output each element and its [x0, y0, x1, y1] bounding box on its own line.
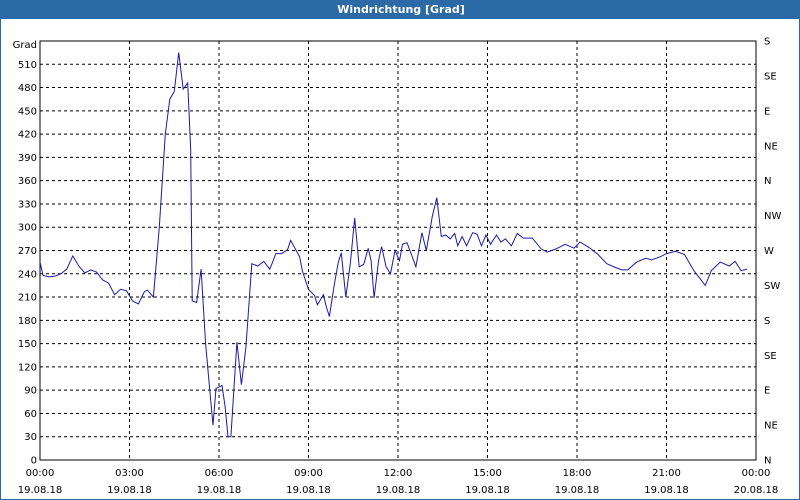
y-tick-label: 450 [18, 106, 37, 117]
x-tick-date: 19.08.18 [376, 485, 421, 496]
y-tick-label: 330 [18, 199, 37, 210]
y-tick-label: 480 [18, 83, 37, 94]
y-tick-label: 60 [24, 409, 37, 420]
y-tick-label: 150 [18, 339, 37, 350]
right-tick-label: SE [764, 351, 777, 362]
right-tick-label: N [764, 176, 771, 187]
x-tick-date: 20.08.18 [734, 485, 779, 496]
x-tick-time: 21:00 [652, 468, 681, 479]
right-tick-label: NE [764, 421, 778, 432]
y-tick-label: 270 [18, 246, 37, 257]
x-tick-date: 19.08.18 [555, 485, 600, 496]
y-tick-label: 360 [18, 176, 37, 187]
x-tick-time: 12:00 [384, 468, 413, 479]
right-tick-label: SW [764, 281, 780, 292]
x-tick-time: 00:00 [742, 468, 771, 479]
y-tick-label: 510 [18, 60, 37, 71]
chart-canvas: 0 30 60 90 120 150 180 210 240 270 300 330 360 390 420… [13, 37, 782, 497]
x-tick-date: 19.08.18 [18, 485, 63, 496]
y-tick-label: 120 [18, 362, 37, 373]
y-tick-label: 0 [31, 456, 37, 467]
right-tick-label: E [764, 386, 770, 397]
right-tick-label: E [764, 106, 770, 117]
right-tick-label: NW [764, 211, 781, 222]
y-tick-label: 210 [18, 293, 37, 304]
grid-lines [40, 41, 756, 460]
right-tick-label: S [764, 316, 770, 327]
x-tick-time: 09:00 [294, 468, 323, 479]
x-tick-date: 19.08.18 [197, 485, 242, 496]
x-tick-date: 19.08.18 [107, 485, 152, 496]
x-tick-time: 15:00 [473, 468, 502, 479]
y-tick-label: 30 [24, 432, 37, 443]
x-tick-time: 18:00 [563, 468, 592, 479]
right-tick-label: W [764, 246, 774, 257]
right-tick-label: S [764, 37, 770, 48]
x-tick-time: 06:00 [205, 468, 234, 479]
y-tick-label: 300 [18, 223, 37, 234]
x-tick-date: 19.08.18 [644, 485, 689, 496]
x-tick-date: 19.08.18 [465, 485, 510, 496]
x-tick-date: 19.08.18 [286, 485, 331, 496]
y-tick-label: 420 [18, 130, 37, 141]
y-tick-label: 180 [18, 316, 37, 327]
y-axis-title: Grad [13, 40, 37, 51]
right-tick-label: SE [764, 71, 777, 82]
y-tick-label: 90 [24, 386, 37, 397]
x-tick-time: 03:00 [115, 468, 144, 479]
y-tick-label: 240 [18, 269, 37, 280]
y-tick-label: 390 [18, 153, 37, 164]
x-tick-time: 00:00 [26, 468, 55, 479]
right-tick-label: N [764, 456, 771, 467]
wind-direction-line [39, 52, 748, 438]
right-tick-label: NE [764, 141, 778, 152]
